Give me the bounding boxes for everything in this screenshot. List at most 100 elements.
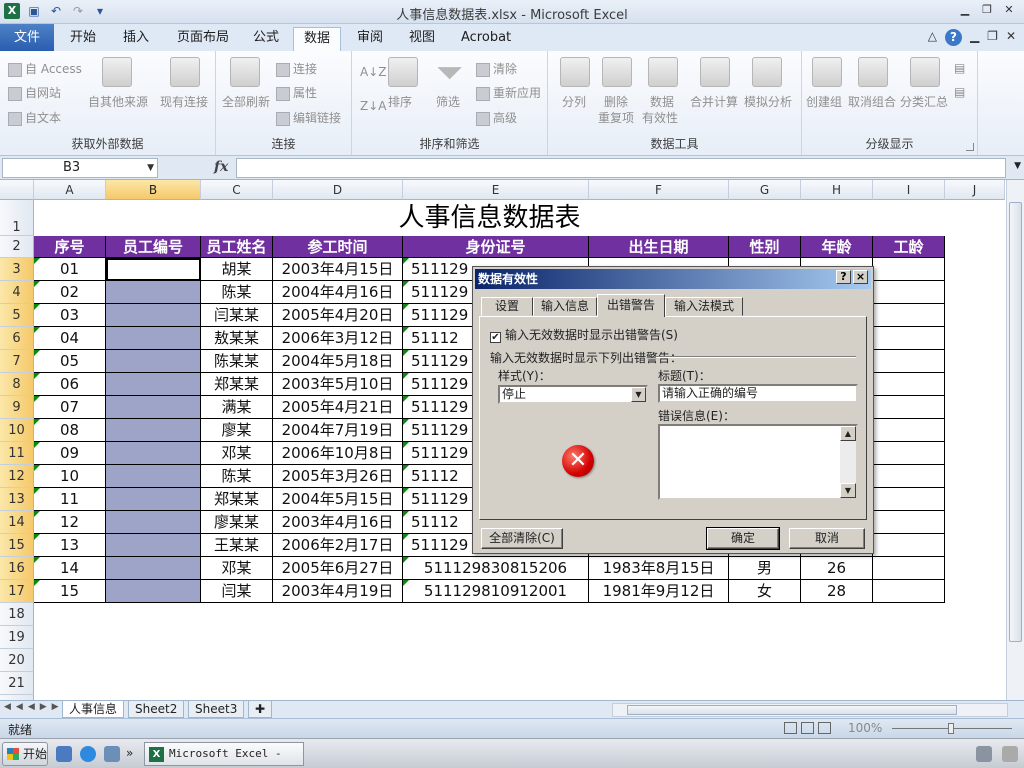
table-cell[interactable]: 08 bbox=[34, 419, 106, 442]
table-cell[interactable] bbox=[106, 465, 201, 488]
column-header[interactable]: I bbox=[873, 180, 945, 200]
column-header[interactable]: F bbox=[589, 180, 729, 200]
dialog-launcher-icon[interactable] bbox=[966, 143, 974, 151]
table-cell[interactable]: 敖某某 bbox=[201, 327, 273, 350]
table-cell[interactable] bbox=[873, 304, 945, 327]
scroll-up-icon[interactable]: ▲ bbox=[840, 426, 856, 441]
table-header-cell[interactable]: 出生日期 bbox=[589, 236, 729, 258]
zoom-knob[interactable] bbox=[948, 723, 954, 734]
show-detail-icon[interactable]: ▤ bbox=[954, 61, 965, 75]
table-cell[interactable]: 511129830815206 bbox=[403, 557, 589, 580]
row-header[interactable]: 4 bbox=[0, 281, 34, 304]
table-cell[interactable]: 12 bbox=[34, 511, 106, 534]
table-cell[interactable]: 13 bbox=[34, 534, 106, 557]
table-cell[interactable]: 07 bbox=[34, 396, 106, 419]
table-cell[interactable]: 2003年4月19日 bbox=[273, 580, 403, 603]
table-header-cell[interactable]: 工龄 bbox=[873, 236, 945, 258]
table-cell[interactable] bbox=[106, 258, 201, 281]
what-if-button[interactable]: 模拟分析 bbox=[744, 93, 792, 110]
horizontal-scrollbar[interactable] bbox=[612, 703, 1008, 717]
reapply-button[interactable]: 重新应用 bbox=[476, 84, 541, 101]
table-cell[interactable]: 04 bbox=[34, 327, 106, 350]
table-cell[interactable] bbox=[106, 419, 201, 442]
chevron-down-icon[interactable]: ▼ bbox=[631, 387, 646, 402]
checkbox-check-icon[interactable]: ✔ bbox=[490, 332, 501, 343]
table-cell[interactable]: 邓某 bbox=[201, 557, 273, 580]
doc-minimize-icon[interactable]: ▁ bbox=[970, 29, 979, 46]
from-web-button[interactable]: 自网站 bbox=[8, 84, 61, 101]
row-header[interactable]: 10 bbox=[0, 419, 34, 442]
column-header[interactable]: C bbox=[201, 180, 273, 200]
chevron-down-icon[interactable]: ▼ bbox=[147, 159, 154, 177]
table-cell[interactable]: 11 bbox=[34, 488, 106, 511]
tab-acrobat[interactable]: Acrobat bbox=[451, 27, 521, 51]
table-cell[interactable] bbox=[106, 534, 201, 557]
textarea-scrollbar[interactable]: ▲ ▼ bbox=[840, 426, 856, 498]
row-header[interactable]: 7 bbox=[0, 350, 34, 373]
row-header[interactable]: 5 bbox=[0, 304, 34, 327]
table-cell[interactable]: 2004年4月16日 bbox=[273, 281, 403, 304]
sheet-tab-2[interactable]: Sheet2 bbox=[128, 701, 185, 718]
table-cell[interactable]: 28 bbox=[801, 580, 873, 603]
tab-home[interactable]: 开始 bbox=[60, 27, 106, 51]
tab-formulas[interactable]: 公式 bbox=[243, 27, 289, 51]
row-header[interactable]: 9 bbox=[0, 396, 34, 419]
help-button[interactable]: ? bbox=[836, 270, 851, 284]
tray-icon[interactable] bbox=[1002, 746, 1018, 762]
table-header-cell[interactable]: 员工编号 bbox=[106, 236, 201, 258]
keyboard-icon[interactable] bbox=[976, 746, 992, 762]
table-cell[interactable]: 01 bbox=[34, 258, 106, 281]
clear-all-button[interactable]: 全部清除(C) bbox=[481, 528, 563, 549]
column-header[interactable]: D bbox=[273, 180, 403, 200]
table-cell[interactable] bbox=[106, 557, 201, 580]
more-icon[interactable]: » bbox=[126, 746, 142, 762]
tab-page-layout[interactable]: 页面布局 bbox=[167, 27, 239, 51]
table-cell[interactable]: 26 bbox=[801, 557, 873, 580]
sort-asc-icon[interactable]: A↓Z bbox=[360, 65, 386, 79]
table-cell[interactable]: 2003年4月15日 bbox=[273, 258, 403, 281]
sort-button[interactable]: 排序 bbox=[388, 93, 412, 110]
table-cell[interactable]: 陈某 bbox=[201, 281, 273, 304]
table-cell[interactable]: 王某某 bbox=[201, 534, 273, 557]
table-cell[interactable]: 2005年3月26日 bbox=[273, 465, 403, 488]
table-cell[interactable]: 2006年10月8日 bbox=[273, 442, 403, 465]
tab-data[interactable]: 数据 bbox=[293, 27, 342, 51]
sort-desc-icon[interactable]: Z↓A bbox=[360, 99, 386, 113]
row-header[interactable]: 20 bbox=[0, 649, 34, 672]
table-cell[interactable] bbox=[873, 580, 945, 603]
table-cell[interactable]: 廖某某 bbox=[201, 511, 273, 534]
tab-settings[interactable]: 设置 bbox=[481, 297, 533, 316]
title-input[interactable]: 请输入正确的编号 bbox=[658, 384, 858, 403]
zoom-slider[interactable] bbox=[892, 723, 1012, 734]
sheet-title[interactable]: 人事信息数据表 bbox=[34, 200, 945, 236]
table-cell[interactable] bbox=[106, 281, 201, 304]
ie-icon[interactable] bbox=[80, 746, 96, 762]
table-cell[interactable]: 10 bbox=[34, 465, 106, 488]
column-header[interactable]: J bbox=[945, 180, 1005, 200]
minimize-icon[interactable]: ▁ bbox=[956, 2, 974, 18]
table-cell[interactable]: 陈某某 bbox=[201, 350, 273, 373]
table-cell[interactable]: 14 bbox=[34, 557, 106, 580]
row-header[interactable]: 13 bbox=[0, 488, 34, 511]
from-access-button[interactable]: 自 Access bbox=[8, 60, 82, 77]
table-cell[interactable]: 2005年4月20日 bbox=[273, 304, 403, 327]
table-cell[interactable]: 郑某某 bbox=[201, 488, 273, 511]
table-header-cell[interactable]: 身份证号 bbox=[403, 236, 589, 258]
restore-icon[interactable]: ❐ bbox=[978, 2, 996, 18]
row-header[interactable]: 14 bbox=[0, 511, 34, 534]
excel-taskbar-button[interactable]: X Microsoft Excel - ... bbox=[144, 742, 304, 766]
row-header[interactable]: 16 bbox=[0, 557, 34, 580]
table-cell[interactable] bbox=[106, 373, 201, 396]
show-error-checkbox[interactable]: ✔ 输入无效数据时显示出错警告(S) bbox=[490, 326, 678, 343]
ok-button[interactable]: 确定 bbox=[706, 527, 780, 550]
table-cell[interactable] bbox=[106, 442, 201, 465]
table-cell[interactable]: 2003年5月10日 bbox=[273, 373, 403, 396]
sheet-tab-3[interactable]: Sheet3 bbox=[188, 701, 245, 718]
table-cell[interactable]: 邓某 bbox=[201, 442, 273, 465]
table-cell[interactable]: 闫某 bbox=[201, 580, 273, 603]
vertical-scrollbar[interactable] bbox=[1006, 180, 1024, 700]
table-cell[interactable] bbox=[106, 488, 201, 511]
refresh-all-button[interactable]: 全部刷新 bbox=[222, 93, 270, 110]
insert-sheet-icon[interactable]: ✚ bbox=[248, 701, 273, 718]
table-cell[interactable] bbox=[873, 258, 945, 281]
